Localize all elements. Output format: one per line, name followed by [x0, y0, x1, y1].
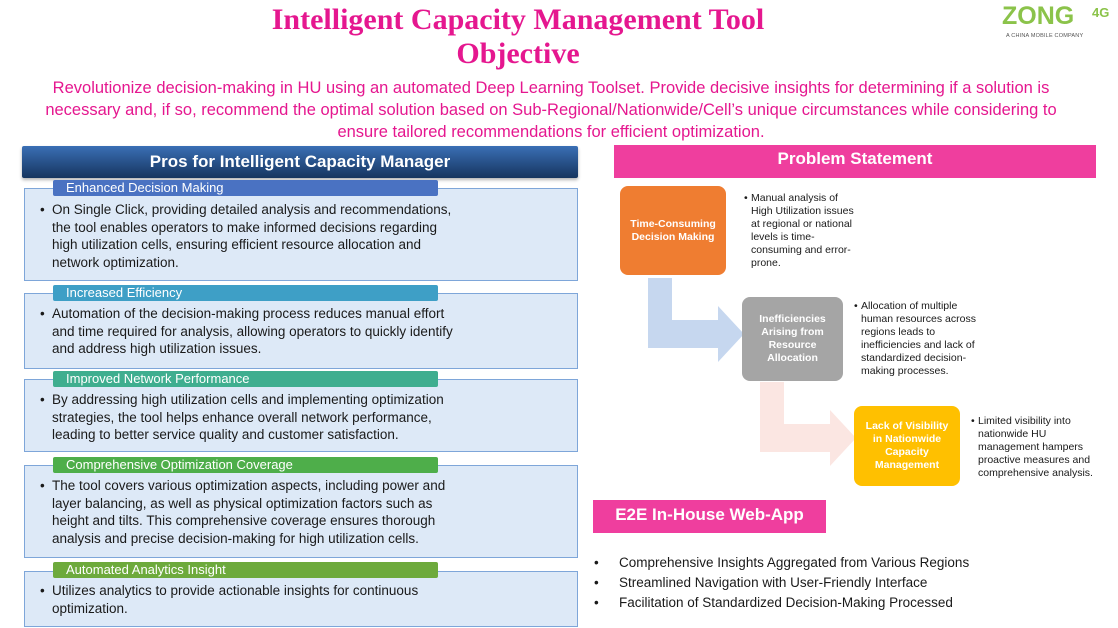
objective-line: ensure tailored recommendations for effi…	[337, 123, 765, 141]
text-line: High Utilization issues	[751, 205, 854, 217]
text-line: Automation of the decision-making proces…	[52, 306, 445, 321]
node-lack-of-visibility: Lack of Visibility in Nationwide Capacit…	[854, 406, 960, 486]
text-line: comprehensive analysis.	[978, 467, 1093, 479]
bullet-icon: •	[854, 300, 858, 312]
text-line: the tool enables operators to make infor…	[52, 219, 437, 235]
node-time-consuming: Time-Consuming Decision Making	[620, 186, 726, 275]
pro-text-optimization-coverage: • The tool covers various optimization a…	[40, 477, 532, 547]
text-line: human resources across	[861, 313, 976, 325]
desc-inefficiencies: • Allocation of multiple human resources…	[854, 300, 991, 378]
text-line: Resource	[768, 339, 817, 351]
text-line: strategies, the tool helps enhance overa…	[52, 409, 432, 425]
bullet-icon: •	[40, 583, 45, 598]
connector-arrow-2	[760, 382, 856, 466]
bullet-icon: •	[594, 575, 599, 590]
text-line: nationwide HU	[978, 428, 1047, 440]
pro-tag-decision-making: Enhanced Decision Making	[53, 180, 438, 196]
text-line: The tool covers various optimization asp…	[52, 478, 446, 493]
text-line: standardized decision-	[861, 352, 967, 364]
problem-statement-header: Problem Statement	[614, 145, 1096, 178]
text-line: Lack of Visibility	[865, 420, 949, 432]
text-line: Time-Consuming	[630, 217, 716, 230]
pros-header: Pros for Intelligent Capacity Manager	[22, 146, 578, 178]
bullet-icon: •	[40, 478, 45, 493]
objective-line: Revolutionize decision-making in HU usin…	[52, 79, 1050, 97]
text-line: in Nationwide	[872, 433, 942, 445]
objective-text: Revolutionize decision-making in HU usin…	[6, 77, 1096, 143]
text-line: proactive measures and	[978, 454, 1091, 466]
text-line: leading to better service quality and cu…	[52, 427, 399, 442]
text-line: Arising from	[761, 326, 824, 338]
objective-line: necessary and, if so, recommend the opti…	[45, 101, 1057, 119]
bullet-icon: •	[594, 555, 599, 570]
text-line: By addressing high utilization cells and…	[52, 392, 444, 407]
node-label: Inefficiencies Arising from Resource All…	[759, 313, 826, 365]
pro-tag-optimization-coverage: Comprehensive Optimization Coverage	[53, 457, 438, 473]
list-item: • Facilitation of Standardized Decision-…	[594, 593, 969, 613]
page-subtitle: Objective	[456, 37, 580, 70]
list-item-text: Streamlined Navigation with User-Friendl…	[619, 575, 928, 590]
text-line: network optimization.	[52, 254, 179, 270]
bullet-icon: •	[40, 202, 45, 217]
logo-word: ZONG	[1002, 2, 1075, 30]
pro-tag-efficiency: Increased Efficiency	[53, 285, 438, 301]
connector-arrow-1	[648, 278, 744, 362]
pro-tag-analytics-insight: Automated Analytics Insight	[53, 562, 438, 578]
text-line: Decision Making	[631, 230, 715, 243]
text-line: Manual analysis of	[751, 192, 838, 204]
text-line: inefficiencies and lack of	[861, 339, 975, 351]
pro-tag-network-performance: Improved Network Performance	[53, 371, 438, 387]
text-line: height and tilts. This comprehensive cov…	[52, 513, 436, 528]
text-line: management hampers	[978, 441, 1084, 453]
text-line: regions leads to	[861, 326, 936, 338]
list-item: • Comprehensive Insights Aggregated from…	[594, 553, 969, 573]
text-line: Limited visibility into	[978, 415, 1071, 427]
node-inefficiencies: Inefficiencies Arising from Resource All…	[742, 297, 843, 381]
desc-lack-of-visibility: • Limited visibility into nationwide HU …	[971, 415, 1110, 480]
bullet-icon: •	[40, 306, 45, 321]
e2e-feature-list: • Comprehensive Insights Aggregated from…	[594, 553, 969, 613]
logo-tagline: A CHINA MOBILE COMPANY	[1006, 33, 1084, 39]
pro-text-decision-making: • On Single Click, providing detailed an…	[40, 201, 532, 271]
text-line: Capacity	[885, 446, 929, 458]
text-line: optimization.	[52, 600, 128, 616]
node-label: Time-Consuming Decision Making	[630, 218, 716, 244]
bullet-icon: •	[971, 415, 975, 427]
text-line: analysis and precise decision-making for…	[52, 530, 419, 546]
text-line: and time required for analysis, allowing…	[52, 323, 453, 339]
pro-text-efficiency: • Automation of the decision-making proc…	[40, 305, 532, 358]
text-line: Management	[874, 459, 940, 471]
list-item-text: Facilitation of Standardized Decision-Ma…	[619, 595, 953, 610]
list-item: • Streamlined Navigation with User-Frien…	[594, 573, 969, 593]
desc-time-consuming: • Manual analysis of High Utilization is…	[744, 192, 866, 270]
text-line: Allocation	[767, 352, 818, 364]
text-line: making processes.	[861, 365, 949, 377]
node-label: Lack of Visibility in Nationwide Capacit…	[866, 420, 949, 472]
text-line: layer balancing, as well as physical opt…	[52, 495, 433, 511]
bullet-icon: •	[594, 595, 599, 610]
text-line: On Single Click, providing detailed anal…	[52, 202, 452, 217]
text-line: Allocation of multiple	[861, 300, 958, 312]
bullet-icon: •	[40, 392, 45, 407]
text-line: and address high utilization issues.	[52, 341, 262, 356]
text-line: at regional or national	[751, 218, 852, 230]
zong-logo: ZONG 4G A CHINA MOBILE COMPANY	[994, 2, 1116, 42]
pro-text-network-performance: • By addressing high utilization cells a…	[40, 391, 532, 444]
list-item-text: Comprehensive Insights Aggregated from V…	[619, 555, 970, 570]
text-line: Utilizes analytics to provide actionable…	[52, 583, 419, 598]
text-line: Inefficiencies	[759, 313, 826, 325]
text-line: consuming and error-	[751, 244, 851, 256]
text-line: prone.	[751, 257, 781, 269]
text-line: high utilization cells, ensuring efficie…	[52, 237, 421, 252]
page-title: Intelligent Capacity Management Tool	[271, 3, 765, 36]
e2e-webapp-header: E2E In-House Web-App	[593, 500, 826, 533]
logo-4g: 4G	[1092, 5, 1110, 20]
pro-text-analytics-insight: • Utilizes analytics to provide actionab…	[40, 582, 532, 617]
bullet-icon: •	[744, 192, 748, 204]
text-line: levels is time-	[751, 231, 815, 243]
